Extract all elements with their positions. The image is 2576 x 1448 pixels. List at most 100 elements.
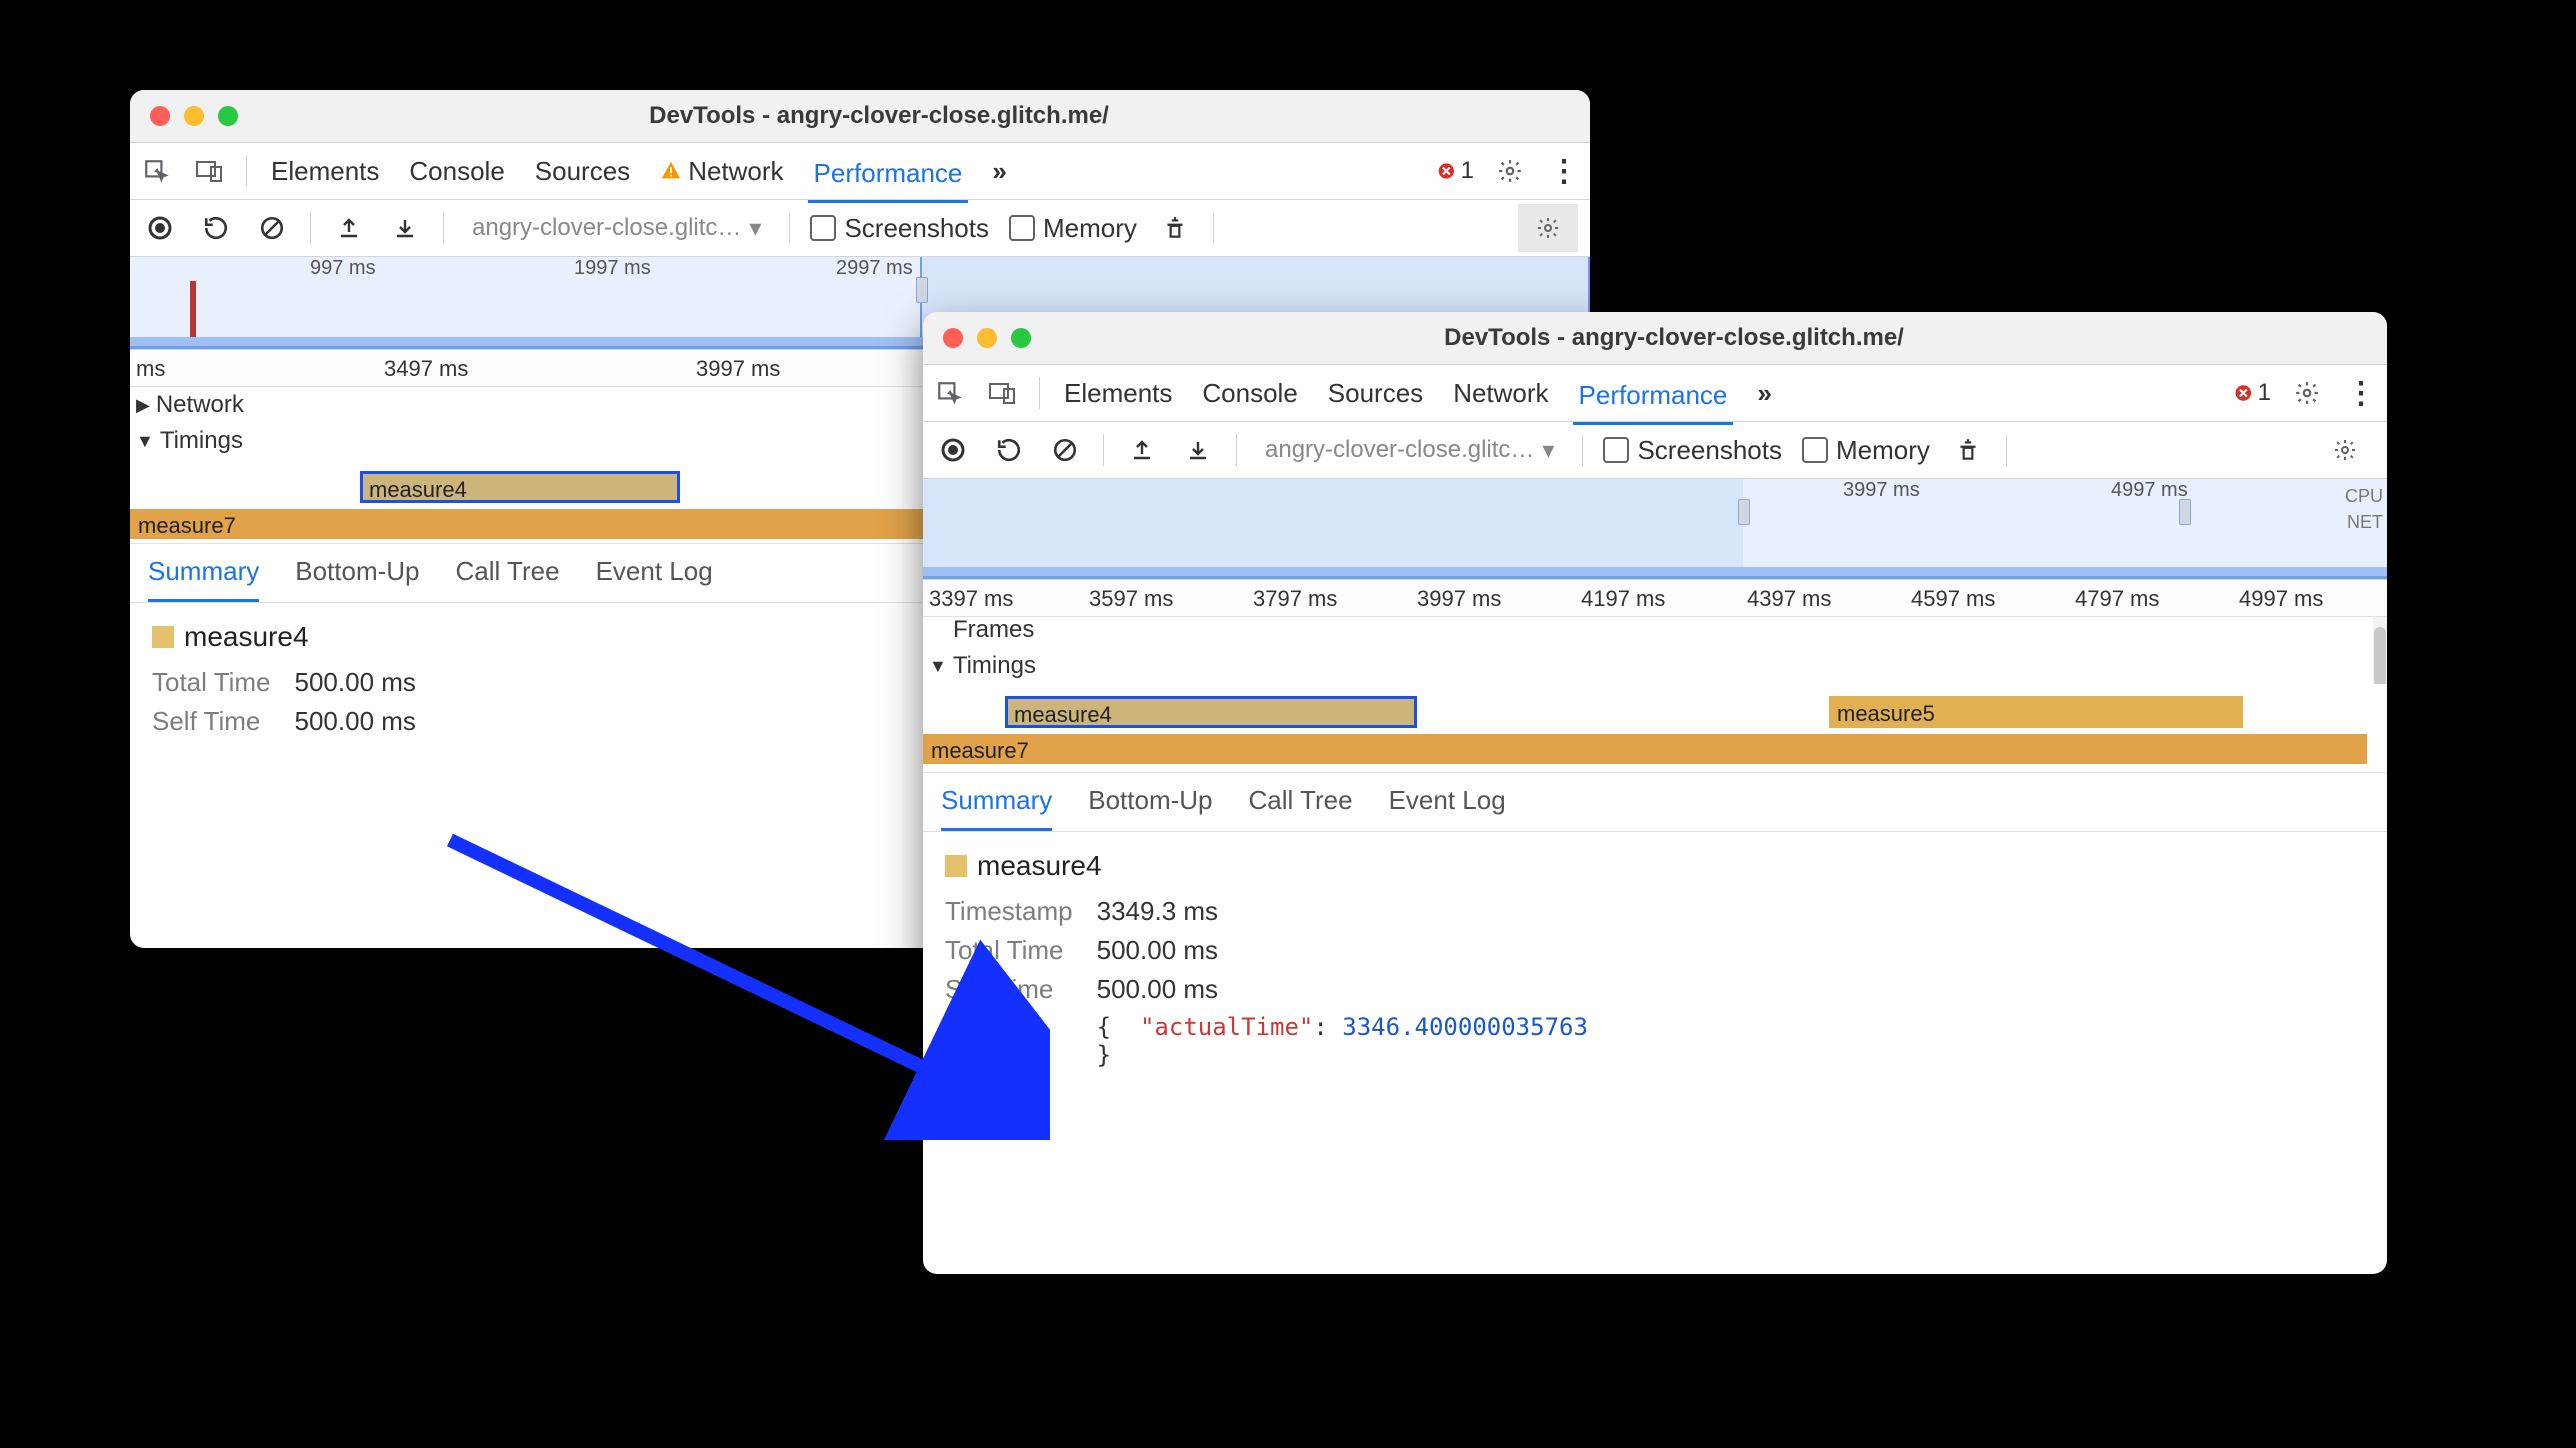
summary-details-label: Details — [945, 1009, 1097, 1073]
tab-performance[interactable]: Performance — [808, 154, 969, 203]
upload-icon[interactable] — [1124, 432, 1160, 468]
error-count: 1 — [1461, 157, 1474, 185]
memory-label: Memory — [1836, 435, 1930, 466]
overview-cpu-label: CPU — [2345, 483, 2383, 509]
track-network-label: Network — [156, 391, 244, 419]
tab-call-tree[interactable]: Call Tree — [456, 556, 560, 602]
download-icon[interactable] — [1180, 432, 1216, 468]
settings-icon[interactable] — [1492, 153, 1528, 189]
measure7-block[interactable]: measure7 — [923, 734, 2367, 764]
color-swatch — [152, 626, 174, 648]
tab-event-log[interactable]: Event Log — [596, 556, 713, 602]
tab-console[interactable]: Console — [403, 152, 510, 191]
memory-checkbox[interactable]: Memory — [1802, 435, 1930, 466]
zoom-icon[interactable] — [218, 106, 238, 126]
tabs-overflow[interactable]: » — [1751, 374, 1777, 413]
track-timings-header[interactable]: ▼ Timings — [923, 648, 2387, 684]
close-icon[interactable] — [150, 106, 170, 126]
inspect-element-icon[interactable] — [138, 153, 174, 189]
track-frames-header[interactable]: Frames — [923, 612, 2387, 648]
tab-bottom-up[interactable]: Bottom-Up — [1088, 785, 1212, 831]
upload-icon[interactable] — [331, 210, 367, 246]
tab-call-tree[interactable]: Call Tree — [1249, 785, 1353, 831]
minimize-icon[interactable] — [977, 328, 997, 348]
tabs-overflow[interactable]: » — [986, 152, 1012, 191]
tab-performance[interactable]: Performance — [1573, 376, 1734, 425]
download-icon[interactable] — [387, 210, 423, 246]
tab-elements[interactable]: Elements — [1058, 374, 1178, 413]
clear-icon[interactable] — [254, 210, 290, 246]
summary-val: 500.00 ms — [295, 663, 440, 702]
memory-checkbox[interactable]: Memory — [1009, 213, 1137, 244]
tab-event-log[interactable]: Event Log — [1389, 785, 1506, 831]
clear-icon[interactable] — [1047, 432, 1083, 468]
ruler-unit: ms — [136, 356, 165, 382]
titlebar: DevTools - angry-clover-close.glitch.me/ — [130, 90, 1590, 143]
gc-icon[interactable] — [1157, 210, 1193, 246]
kebab-menu-icon[interactable]: ⋮ — [1546, 153, 1582, 189]
summary-name: measure4 — [977, 850, 1102, 882]
selection-handle[interactable] — [1738, 499, 1750, 525]
capture-settings-icon[interactable] — [1518, 204, 1578, 252]
ruler-tick: 3797 ms — [1253, 586, 1337, 612]
measure4-block[interactable]: measure4 — [360, 471, 680, 503]
screenshots-checkbox[interactable]: Screenshots — [1603, 435, 1782, 466]
record-icon[interactable] — [935, 432, 971, 468]
settings-icon[interactable] — [2289, 375, 2325, 411]
chevron-down-icon: ▾ — [1542, 436, 1554, 465]
track-frames-label: Frames — [953, 616, 1034, 644]
selection-handle-left[interactable] — [916, 277, 928, 303]
tab-network[interactable]: Network — [1447, 374, 1554, 413]
profile-select[interactable]: angry-clover-close.glitc… ▾ — [1257, 432, 1562, 469]
summary-key: Timestamp — [945, 892, 1097, 931]
close-icon[interactable] — [943, 328, 963, 348]
summary-val: 3349.3 ms — [1097, 892, 1612, 931]
measure4-block[interactable]: measure4 — [1005, 696, 1417, 728]
ruler-tick: 4597 ms — [1911, 586, 1995, 612]
selection-handle-right[interactable] — [2179, 499, 2191, 525]
checkbox-icon — [1009, 215, 1035, 241]
device-toolbar-icon[interactable] — [192, 153, 228, 189]
tab-console[interactable]: Console — [1196, 374, 1303, 413]
capture-settings-icon[interactable] — [2315, 426, 2375, 474]
screenshots-checkbox[interactable]: Screenshots — [810, 213, 989, 244]
overview-tick: 2997 ms — [836, 257, 913, 280]
tab-elements[interactable]: Elements — [265, 152, 385, 191]
overview-tick: 997 ms — [310, 257, 376, 280]
error-badge[interactable]: 1 — [2235, 375, 2271, 411]
error-badge[interactable]: 1 — [1438, 153, 1474, 189]
timings-flame-area[interactable]: measure4 measure5 measure7 — [923, 684, 2387, 772]
minimize-icon[interactable] — [184, 106, 204, 126]
tab-sources[interactable]: Sources — [529, 152, 636, 191]
summary-panel: measure4 Timestamp 3349.3 ms Total Time … — [923, 832, 2387, 1091]
profile-select[interactable]: angry-clover-close.glitc… ▾ — [464, 210, 769, 247]
overview-tick: 4997 ms — [2111, 479, 2188, 502]
ruler-tick: 3397 ms — [929, 586, 1013, 612]
ruler-tick: 3597 ms — [1089, 586, 1173, 612]
zoom-icon[interactable] — [1011, 328, 1031, 348]
inspect-element-icon[interactable] — [931, 375, 967, 411]
marker — [190, 281, 196, 341]
flamechart-tracks: ▶ Frames ▼ Timings measure4 measure5 mea… — [923, 617, 2387, 773]
overview-timeline[interactable]: 997 ms 1997 ms 2997 ms 3997 ms 4997 ms C… — [923, 479, 2387, 580]
reload-record-icon[interactable] — [991, 432, 1027, 468]
scrollbar-thumb[interactable] — [2374, 627, 2386, 687]
ruler-tick: 4197 ms — [1581, 586, 1665, 612]
summary-val: 500.00 ms — [1097, 931, 1612, 970]
tab-summary[interactable]: Summary — [941, 785, 1052, 831]
kebab-menu-icon[interactable]: ⋮ — [2343, 375, 2379, 411]
tab-summary[interactable]: Summary — [148, 556, 259, 602]
measure5-block[interactable]: measure5 — [1829, 696, 2243, 728]
device-toolbar-icon[interactable] — [985, 375, 1021, 411]
summary-name: measure4 — [184, 621, 309, 653]
record-icon[interactable] — [142, 210, 178, 246]
overview-tick: 1997 ms — [574, 257, 651, 280]
reload-record-icon[interactable] — [198, 210, 234, 246]
ruler-tick: 3497 ms — [384, 356, 468, 382]
tab-sources[interactable]: Sources — [1322, 374, 1429, 413]
panel-tabs: Elements Console Sources Network Perform… — [923, 365, 2387, 422]
gc-icon[interactable] — [1950, 432, 1986, 468]
tab-network[interactable]: Network — [654, 152, 789, 191]
overview-labels: CPU NET — [2345, 483, 2383, 535]
tab-bottom-up[interactable]: Bottom-Up — [295, 556, 419, 602]
